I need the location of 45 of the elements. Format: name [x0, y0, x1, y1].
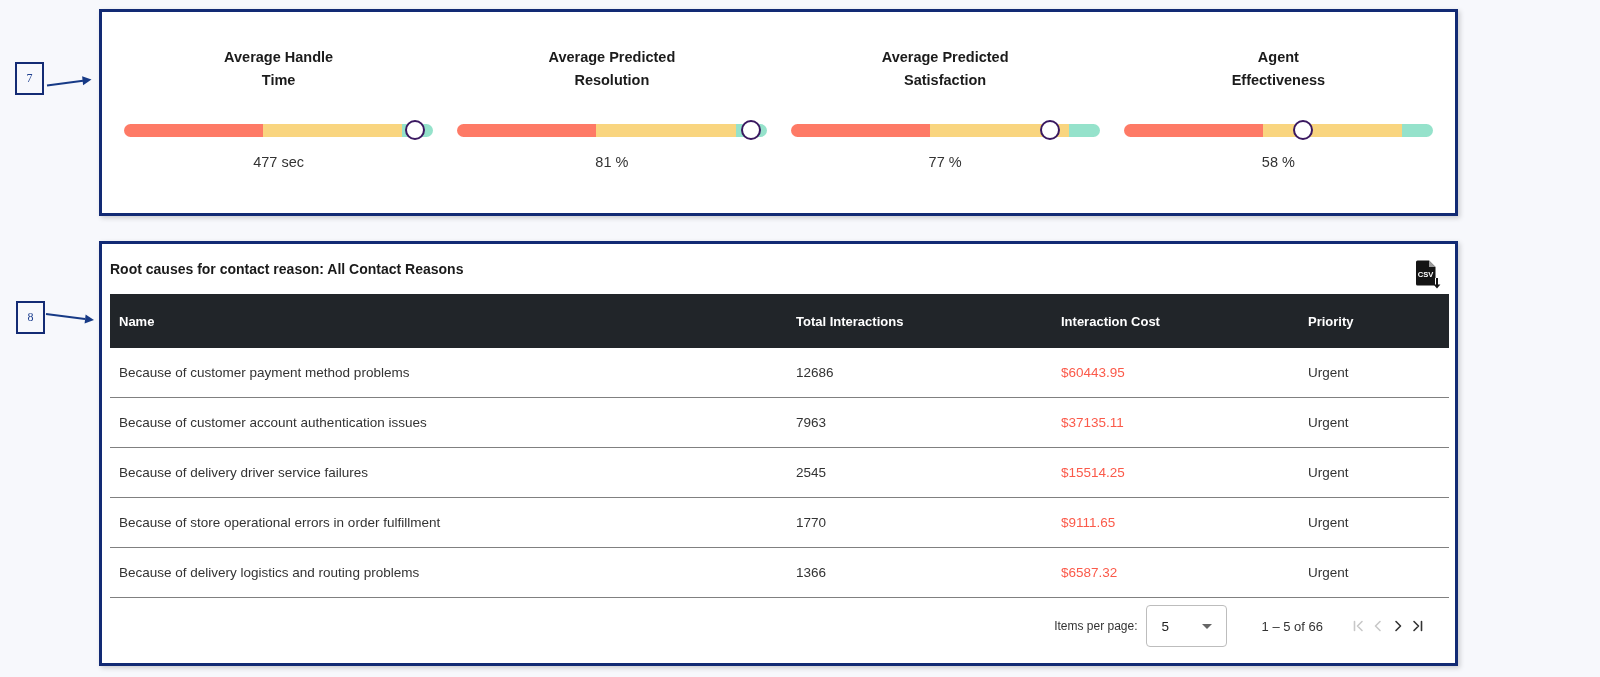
- metric-title: Agent Effectiveness: [1230, 48, 1327, 90]
- table-cell-text: $15514.25: [1060, 465, 1126, 480]
- first-page-icon: [1352, 620, 1364, 632]
- table-cell-text: $60443.95: [1060, 365, 1126, 380]
- table-cell-text: Urgent: [1307, 515, 1350, 530]
- metric-value: 58 %: [1261, 153, 1295, 172]
- callout-number: 7: [15, 62, 44, 95]
- metric-title: Average Predicted Resolution: [547, 48, 677, 90]
- table-cell-text: Urgent: [1307, 415, 1350, 430]
- column-header: Total Interactions: [795, 313, 905, 329]
- callout-arrow: [45, 312, 95, 324]
- table-cell-text: 2545: [795, 465, 828, 480]
- callout-arrow: [46, 75, 92, 87]
- metric-value: 477 sec: [253, 153, 304, 172]
- metric-value: 81 %: [595, 153, 629, 172]
- page-range-label: 1 – 5 of 66: [1261, 618, 1323, 634]
- items-per-page-label: Items per page:: [1054, 619, 1138, 633]
- table-cell-text: Because of store operational errors in order fulfillment: [118, 515, 442, 530]
- callout-number: 8: [16, 301, 45, 334]
- chevron-left-icon: [1372, 620, 1384, 632]
- metric-title: Average Handle Time: [223, 48, 335, 90]
- table-cell-text: Because of delivery logistics and routing problems: [118, 565, 421, 580]
- table-cell-text: 1366: [795, 565, 828, 580]
- table-cell-text: 7963: [795, 415, 828, 430]
- table-cell-text: $9111.65: [1060, 515, 1117, 530]
- metric-title: Average Predicted Satisfaction: [880, 48, 1010, 90]
- page-size-select[interactable]: 5: [1145, 605, 1227, 647]
- column-header: Name: [118, 313, 156, 329]
- chevron-right-icon: [1392, 620, 1404, 632]
- table-cell-text: 12686: [795, 365, 835, 380]
- table-cell-text: Urgent: [1307, 365, 1350, 380]
- card-title: Root causes for contact reason: All Contact Reasons: [110, 260, 464, 279]
- metric-value: 77 %: [928, 153, 962, 172]
- caret-down-icon: [1201, 623, 1212, 629]
- table-cell-text: $6587.32: [1060, 565, 1119, 580]
- column-header: Priority: [1307, 313, 1355, 329]
- table-cell-text: $37135.11: [1060, 415, 1125, 430]
- table-cell-text: Urgent: [1307, 565, 1350, 580]
- last-page-icon: [1412, 620, 1424, 632]
- table-cell-text: Because of customer payment method problems: [118, 365, 411, 380]
- table-cell-text: 1770: [795, 515, 828, 530]
- table-cell-text: Because of customer account authentication issues: [118, 415, 428, 430]
- column-header: Interaction Cost: [1060, 313, 1161, 329]
- table-cell-text: Because of delivery driver service failures: [118, 465, 370, 480]
- table-cell-text: Urgent: [1307, 465, 1350, 480]
